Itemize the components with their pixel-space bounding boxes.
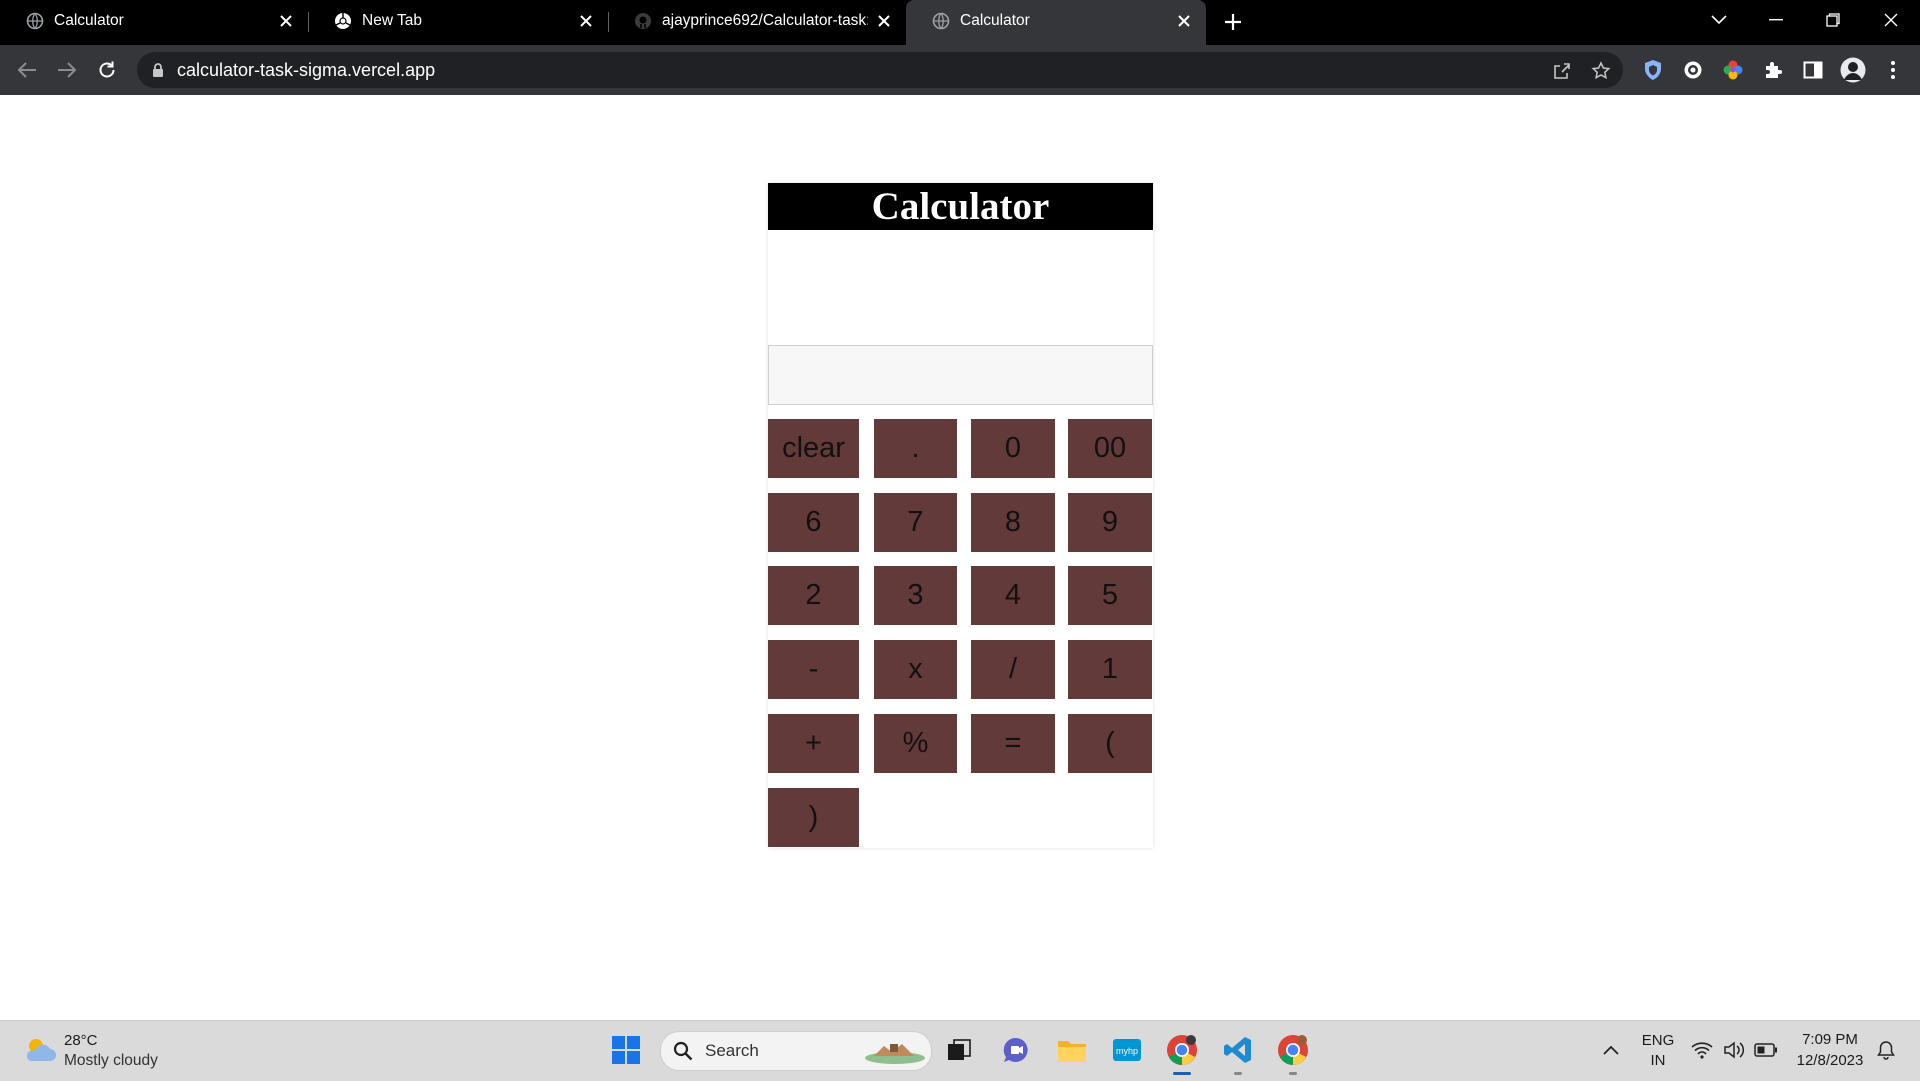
teams-chat-icon[interactable] <box>999 1033 1033 1067</box>
digit-4-button[interactable]: 4 <box>971 566 1055 625</box>
github-icon <box>634 12 652 30</box>
clock-time[interactable]: 7:09 PM <box>1790 1031 1870 1048</box>
calculator-container: Calculator clear . 0 00 6 7 8 9 2 3 4 5 … <box>768 183 1153 848</box>
digit-3-button[interactable]: 3 <box>874 566 957 625</box>
tab-close-icon[interactable] <box>874 11 894 31</box>
address-bar[interactable]: calculator-task-sigma.vercel.app <box>137 52 1623 88</box>
calculator-title: Calculator <box>768 183 1153 230</box>
clock-date[interactable]: 12/8/2023 <box>1790 1052 1870 1069</box>
active-app-indicator <box>1173 1072 1191 1075</box>
digit-6-button[interactable]: 6 <box>768 493 859 552</box>
chrome-icon <box>334 12 352 30</box>
restore-icon[interactable] <box>1819 8 1847 32</box>
add-button[interactable]: + <box>768 714 859 773</box>
browser-toolbar: calculator-task-sigma.vercel.app <box>0 45 1920 95</box>
show-hidden-icons-chevron-icon[interactable] <box>1594 1033 1628 1067</box>
bookmark-star-icon[interactable] <box>1590 60 1612 82</box>
tab-title: New Tab <box>362 12 423 29</box>
running-app-indicator <box>1289 1072 1297 1075</box>
language-indicator-line2[interactable]: IN <box>1640 1052 1676 1069</box>
new-tab-button[interactable] <box>1220 9 1246 35</box>
profile-avatar[interactable] <box>1840 57 1866 83</box>
clear-button[interactable]: clear <box>768 419 859 478</box>
double-zero-button[interactable]: 00 <box>1068 419 1152 478</box>
globe-icon <box>26 12 44 30</box>
notification-bell-icon[interactable] <box>1872 1033 1900 1067</box>
shield-extension-icon[interactable] <box>1640 57 1666 83</box>
extensions-puzzle-icon[interactable] <box>1760 57 1786 83</box>
tab-close-icon[interactable] <box>276 11 296 31</box>
weather-cloud-sun-icon[interactable] <box>22 1033 58 1067</box>
tab-calculator-1[interactable]: Calculator <box>0 0 308 45</box>
globe-icon <box>932 12 950 30</box>
volume-icon[interactable] <box>1720 1033 1748 1067</box>
digit-5-button[interactable]: 5 <box>1068 566 1152 625</box>
divide-button[interactable]: / <box>971 640 1055 699</box>
weather-temperature[interactable]: 28°C <box>64 1032 98 1049</box>
equals-button[interactable]: = <box>971 714 1055 773</box>
digit-1-button[interactable]: 1 <box>1068 640 1152 699</box>
tab-close-icon[interactable] <box>576 11 596 31</box>
tab-close-icon[interactable] <box>1174 11 1194 31</box>
tab-strip: Calculator New Tab ajayprince692/Calcula… <box>0 0 1920 45</box>
battery-icon[interactable] <box>1752 1033 1780 1067</box>
multiply-button[interactable]: x <box>874 640 957 699</box>
more-menu-icon[interactable] <box>1880 57 1906 83</box>
tab-search-chevron-icon[interactable] <box>1705 8 1733 32</box>
tab-title: Calculator <box>960 12 1030 29</box>
digit-2-button[interactable]: 2 <box>768 566 859 625</box>
language-indicator-line1[interactable]: ENG <box>1640 1032 1676 1049</box>
task-view-icon[interactable] <box>942 1033 976 1067</box>
search-placeholder: Search <box>705 1041 759 1060</box>
tab-title: ajayprince692/Calculator-task: D <box>662 12 868 29</box>
running-app-indicator <box>1234 1072 1242 1075</box>
myhp-app-icon[interactable]: myhp <box>1110 1033 1144 1067</box>
reload-icon[interactable] <box>94 57 120 83</box>
vscode-icon[interactable] <box>1221 1033 1255 1075</box>
svg-text:myhp: myhp <box>1116 1046 1138 1056</box>
close-window-icon[interactable] <box>1877 8 1905 32</box>
open-paren-button[interactable]: ( <box>1068 714 1152 773</box>
tab-github-repo[interactable]: ajayprince692/Calculator-task: D <box>608 0 906 45</box>
minimize-icon[interactable] <box>1762 8 1790 32</box>
wifi-icon[interactable] <box>1688 1033 1716 1067</box>
percent-button[interactable]: % <box>874 714 957 773</box>
search-highlight-illustration-icon <box>864 1038 926 1064</box>
back-arrow-icon[interactable] <box>14 57 40 83</box>
tab-title: Calculator <box>54 12 124 29</box>
taskbar-search-box[interactable]: Search <box>660 1031 932 1071</box>
side-panel-icon[interactable] <box>1800 57 1826 83</box>
windows-start-icon[interactable] <box>609 1033 643 1067</box>
color-picker-extension-icon[interactable] <box>1720 57 1746 83</box>
search-icon <box>673 1041 693 1061</box>
tab-new-tab[interactable]: New Tab <box>308 0 608 45</box>
digit-0-button[interactable]: 0 <box>971 419 1055 478</box>
chrome-profile-taskbar-icon[interactable] <box>1276 1033 1310 1075</box>
digit-9-button[interactable]: 9 <box>1068 493 1152 552</box>
share-icon[interactable] <box>1551 60 1573 82</box>
lock-icon[interactable] <box>150 62 166 78</box>
digit-8-button[interactable]: 8 <box>971 493 1055 552</box>
decimal-button[interactable]: . <box>874 419 957 478</box>
forward-arrow-icon[interactable] <box>54 57 80 83</box>
chrome-taskbar-icon[interactable] <box>1165 1033 1199 1075</box>
close-paren-button[interactable]: ) <box>768 788 859 847</box>
calculator-display[interactable] <box>768 345 1153 405</box>
digit-7-button[interactable]: 7 <box>874 493 957 552</box>
tab-calculator-active[interactable]: Calculator <box>906 0 1206 45</box>
windows-taskbar: 28°C Mostly cloudy Search myhp ENG IN 7:… <box>0 1020 1920 1081</box>
file-explorer-icon[interactable] <box>1055 1033 1089 1067</box>
extension-circle-icon[interactable] <box>1680 57 1706 83</box>
weather-description[interactable]: Mostly cloudy <box>64 1052 158 1070</box>
url-text[interactable]: calculator-task-sigma.vercel.app <box>177 52 435 88</box>
subtract-button[interactable]: - <box>768 640 859 699</box>
